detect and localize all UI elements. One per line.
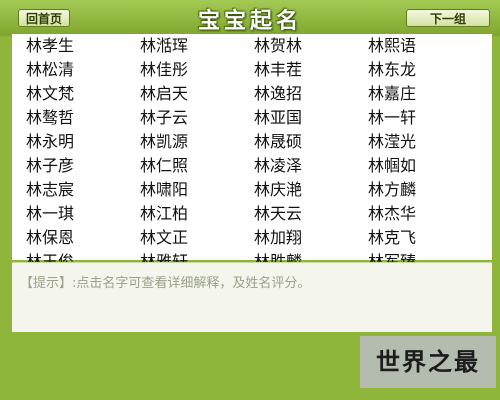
name-link[interactable]: 林啸阳 — [140, 178, 254, 202]
name-link[interactable]: 林启天 — [140, 82, 254, 106]
name-list-panel: 林孝生 林湉珲 林贺林 林熙语 林松清 林佳彤 林丰茬 林东龙 林文梵 林启天 林逸招 林嘉庄 林骜哲林… — [12, 34, 492, 271]
name-link[interactable]: 林一琪 — [26, 202, 140, 226]
name-link[interactable]: 林孝生 — [26, 34, 140, 58]
name-link[interactable]: 林湉珲 — [140, 34, 254, 58]
tip-text: 【提示】:点击名字可查看详细解释，及姓名评分。 — [20, 276, 311, 291]
name-link[interactable]: 林东龙 — [368, 58, 482, 82]
name-link[interactable]: 林志宸 — [26, 178, 140, 202]
tip-box: 【提示】:点击名字可查看详细解释，及姓名评分。 — [12, 262, 492, 332]
name-link[interactable]: 林加翔 — [254, 226, 368, 250]
name-row: 林骜哲 林子云 林亚国 林一轩 — [26, 106, 486, 130]
name-link[interactable]: 林贺林 — [254, 34, 368, 58]
name-link[interactable]: 林丰茬 — [254, 58, 368, 82]
name-link[interactable]: 林嘉庄 — [368, 82, 482, 106]
name-link[interactable]: 林方麟 — [368, 178, 482, 202]
page: 回首页 宝宝起名 下一组 林孝生 林湉珲 林贺林 林熙语 林松清 林佳彤 林丰茬 林东龙 林文梵… — [0, 0, 500, 400]
next-group-button[interactable]: 下一组 — [406, 9, 490, 27]
watermark-text: 世界之最 — [376, 347, 480, 376]
name-grid: 林孝生 林湉珲 林贺林 林熙语 林松清 林佳彤 林丰茬 林东龙 林文梵 林启天 林逸招 林嘉庄 林骜哲林… — [26, 34, 486, 274]
name-row: 林一琪 林江柏 林天云 林杰华 — [26, 202, 486, 226]
name-row: 林孝生 林湉珲 林贺林 林熙语 — [26, 34, 486, 58]
name-link[interactable]: 林文正 — [140, 226, 254, 250]
name-link[interactable]: 林永明 — [26, 130, 140, 154]
name-link[interactable]: 林松清 — [26, 58, 140, 82]
name-link[interactable]: 林庆滟 — [254, 178, 368, 202]
name-link[interactable]: 林凌泽 — [254, 154, 368, 178]
name-link[interactable]: 林凯源 — [140, 130, 254, 154]
name-link[interactable]: 林熙语 — [368, 34, 482, 58]
name-link[interactable]: 林江柏 — [140, 202, 254, 226]
watermark-logo: 世界之最 — [360, 336, 496, 388]
name-link[interactable]: 林保恩 — [26, 226, 140, 250]
name-link[interactable]: 林晟硕 — [254, 130, 368, 154]
header-bar: 回首页 宝宝起名 下一组 — [0, 0, 500, 36]
name-link[interactable]: 林亚国 — [254, 106, 368, 130]
name-link[interactable]: 林滢光 — [368, 130, 482, 154]
name-link[interactable]: 林骜哲 — [26, 106, 140, 130]
name-link[interactable]: 林仁照 — [140, 154, 254, 178]
name-link[interactable]: 林天云 — [254, 202, 368, 226]
name-link[interactable]: 林子云 — [140, 106, 254, 130]
name-row: 林保恩 林文正 林加翔 林克飞 — [26, 226, 486, 250]
name-row: 林永明 林凯源 林晟硕 林滢光 — [26, 130, 486, 154]
name-link[interactable]: 林克飞 — [368, 226, 482, 250]
name-link[interactable]: 林杰华 — [368, 202, 482, 226]
name-link[interactable]: 林文梵 — [26, 82, 140, 106]
name-row: 林子彦 林仁照 林凌泽 林帼如 — [26, 154, 486, 178]
name-row: 林松清 林佳彤 林丰茬 林东龙 — [26, 58, 486, 82]
name-link[interactable]: 林逸招 — [254, 82, 368, 106]
name-link[interactable]: 林帼如 — [368, 154, 482, 178]
name-link[interactable]: 林佳彤 — [140, 58, 254, 82]
name-row: 林文梵 林启天 林逸招 林嘉庄 — [26, 82, 486, 106]
name-link[interactable]: 林一轩 — [368, 106, 482, 130]
name-link[interactable]: 林子彦 — [26, 154, 140, 178]
name-row: 林志宸 林啸阳 林庆滟 林方麟 — [26, 178, 486, 202]
